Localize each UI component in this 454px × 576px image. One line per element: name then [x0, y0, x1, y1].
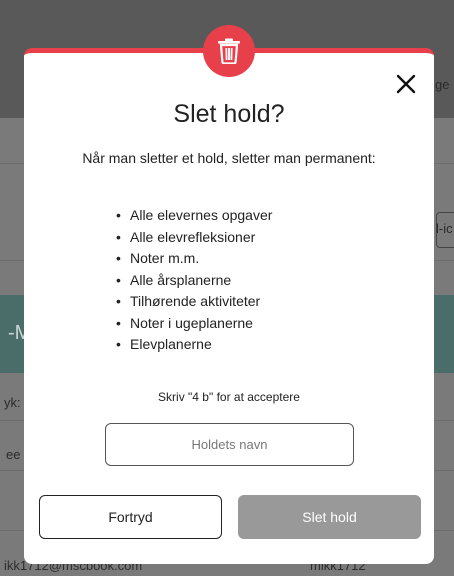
trash-icon [203, 25, 255, 77]
background-row-fragment: yk: [4, 395, 21, 410]
list-item: Elevplanerne [116, 334, 272, 356]
close-icon[interactable] [396, 74, 416, 94]
background-field-fragment: l-ic [436, 221, 453, 236]
dialog-subtitle: Når man sletter et hold, sletter man per… [82, 150, 376, 166]
accept-instruction: Skriv "4 b" for at acceptere [158, 390, 300, 404]
dialog-title: Slet hold? [173, 100, 285, 128]
close-button[interactable] [392, 70, 420, 98]
trash-icon-glyph [218, 38, 240, 64]
list-item: Alle årsplanerne [116, 270, 272, 292]
cancel-button[interactable]: Fortryd [39, 495, 222, 539]
list-item: Noter i ugeplanerne [116, 313, 272, 335]
background-header-fragment: ge [435, 77, 450, 92]
list-item: Noter m.m. [116, 248, 272, 270]
list-item: Alle elevernes opgaver [116, 205, 272, 227]
list-item: Alle elevrefleksioner [116, 227, 272, 249]
list-item: Tilhørende aktiviteter [116, 291, 272, 313]
delete-team-button[interactable]: Slet hold [238, 495, 421, 539]
team-name-input[interactable] [105, 423, 354, 466]
background-row-fragment: ee [6, 447, 21, 462]
deletion-consequences-list: Alle elevernes opgaver Alle elevrefleksi… [116, 205, 272, 356]
